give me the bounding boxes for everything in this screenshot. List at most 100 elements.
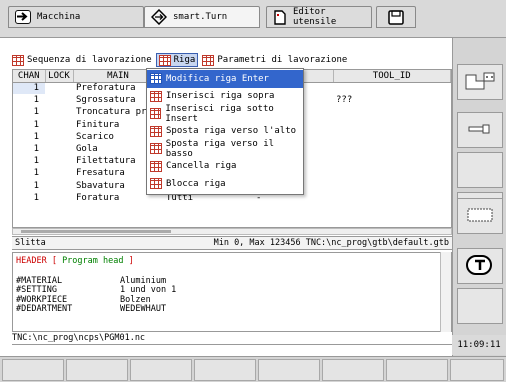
dropdown-item-label: Inserisci riga sopra <box>166 91 275 102</box>
status-right: Min 0, Max 123456 TNC:\nc_prog\gtb\defau… <box>213 238 449 248</box>
dropdown-item[interactable]: Sposta riga verso il basso <box>147 138 303 159</box>
softkey-4[interactable] <box>194 359 256 381</box>
col-lock[interactable]: LOCK <box>45 70 74 83</box>
sidebar-button-6[interactable] <box>457 248 503 284</box>
program-editor[interactable]: HEADER [ Program head ] #MATERIAL Alumini… <box>12 252 452 332</box>
cell-tool-id <box>333 106 451 118</box>
softkey-2[interactable] <box>66 359 128 381</box>
cell-chan: 1 <box>33 180 39 191</box>
cell-tool-id <box>333 167 451 179</box>
sidebar-button-5[interactable] <box>457 198 503 234</box>
cell-lock <box>45 192 73 204</box>
menu-label: Sequenza di lavorazione <box>27 55 152 65</box>
cell-lock <box>45 94 73 106</box>
softkey-7[interactable] <box>386 359 448 381</box>
cell-chan: 1 <box>33 119 39 130</box>
col-tool-id[interactable]: TOOL_ID <box>333 70 451 83</box>
menu-label: Riga <box>173 55 196 65</box>
cell-chan: 1 <box>33 107 39 118</box>
menu-label: Parametri di lavorazione <box>217 55 348 65</box>
dropdown-item-label: Inserisci riga sotto Insert <box>165 103 274 124</box>
cell-chan: 1 <box>33 156 39 167</box>
editor-value: WEDEWHAUT <box>120 304 167 315</box>
cell-tool-id <box>333 155 451 167</box>
cell-lock <box>45 167 73 179</box>
softkey-6[interactable] <box>322 359 384 381</box>
tab-editor-utensile[interactable]: Editor utensile <box>266 6 372 28</box>
right-sidebar <box>452 38 506 356</box>
status-left: Slitta <box>15 238 46 248</box>
cell-chan: 1 <box>33 144 39 155</box>
vertical-scrollbar[interactable] <box>440 252 451 332</box>
cell-lock <box>45 82 73 94</box>
table-icon <box>150 90 162 102</box>
softkey-1[interactable] <box>2 359 64 381</box>
cell-tool-id <box>333 119 451 131</box>
cell-chan: 1 <box>13 82 45 95</box>
arrow-right-icon <box>15 10 31 24</box>
cell-chan: 1 <box>33 168 39 179</box>
table-icon <box>12 54 24 66</box>
tab-smart-turn[interactable]: smart.Turn <box>144 6 260 28</box>
softkey-3[interactable] <box>130 359 192 381</box>
editor-key: #DEDARTMENT <box>16 304 73 315</box>
menu-bar: Sequenza di lavorazione Riga Parametri d… <box>12 53 347 67</box>
cell-tool-id <box>333 82 451 94</box>
cell-chan: 1 <box>33 95 39 106</box>
cell-tool-id: ??? <box>336 95 353 106</box>
table-icon <box>150 178 162 190</box>
tab-save[interactable] <box>376 6 416 28</box>
dropdown-item[interactable]: Blocca riga <box>147 175 303 193</box>
table-icon <box>158 54 171 66</box>
sidebar-button-3[interactable] <box>457 152 503 188</box>
dropdown-item-label: Modifica riga Enter <box>166 73 269 84</box>
clock: 11:09:11 <box>452 335 506 355</box>
document-icon <box>273 9 287 25</box>
header-label: Program head <box>62 256 124 266</box>
cell-lock <box>45 131 73 143</box>
dropdown-item-label: Sposta riga verso il basso <box>165 138 275 159</box>
editor-line: #SETTING 1 und von 1 <box>16 286 448 296</box>
softkey-5[interactable] <box>258 359 320 381</box>
menu-sequenza[interactable]: Sequenza di lavorazione <box>12 53 152 67</box>
sidebar-button-2[interactable] <box>457 112 503 148</box>
menu-parametri[interactable]: Parametri di lavorazione <box>202 53 347 67</box>
dropdown-item-label: Cancella riga <box>166 161 237 172</box>
softkey-8[interactable] <box>450 359 504 381</box>
cell-lock <box>45 180 73 192</box>
menu-riga[interactable]: Riga <box>155 53 199 67</box>
dropdown-item[interactable]: Modifica riga Enter <box>147 70 303 88</box>
col-chan[interactable]: CHAN <box>13 70 46 83</box>
riga-dropdown-menu: Modifica riga Enter Inserisci riga sopra I… <box>146 68 304 195</box>
shaft-icon <box>467 122 493 139</box>
dropdown-item[interactable]: Inserisci riga sopra <box>147 88 303 106</box>
dropdown-item-label: Blocca riga <box>166 178 226 189</box>
editor-line: #WORKPIECE Bolzen <box>16 295 448 306</box>
header-keyword: HEADER [ <box>16 256 63 266</box>
cell-lock <box>45 106 73 118</box>
dropdown-item[interactable]: Sposta riga verso l'alto <box>147 123 303 141</box>
table-icon <box>150 143 162 155</box>
editor-line: #MATERIAL Aluminium <box>16 276 448 287</box>
floppy-icon <box>388 9 404 25</box>
dropdown-item[interactable]: Inserisci riga sotto Insert <box>147 103 303 124</box>
bar-stock-icon <box>466 206 494 227</box>
cell-lock <box>45 155 73 167</box>
cell-lock <box>45 143 73 155</box>
table-icon <box>150 125 162 137</box>
cell-tool-id <box>333 131 451 143</box>
dropdown-item-label: Sposta riga verso l'alto <box>166 126 297 137</box>
sidebar-button-1[interactable] <box>457 64 503 100</box>
horizontal-scrollbar[interactable] <box>12 228 452 235</box>
tab-macchina[interactable]: Macchina <box>8 6 144 28</box>
cell-chan: 1 <box>33 192 39 203</box>
dropdown-item[interactable]: Cancella riga <box>147 158 303 176</box>
tab-bar: Macchina smart.Turn Editor utensile <box>0 0 506 38</box>
sidebar-button-7[interactable] <box>457 288 503 324</box>
scroll-thumb[interactable] <box>21 230 171 233</box>
tab-label: Macchina <box>37 12 81 22</box>
turning-part-icon <box>462 69 498 96</box>
header-end: ] <box>123 256 134 266</box>
tab-label: smart.Turn <box>173 12 228 22</box>
table-icon <box>150 160 162 172</box>
